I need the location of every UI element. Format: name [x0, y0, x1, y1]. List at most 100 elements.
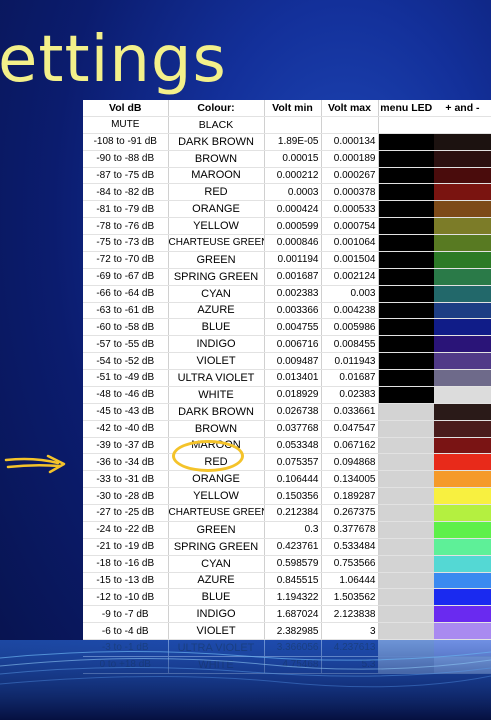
colour-cell: CHARTEUSE GREEN	[168, 234, 265, 252]
menu-led-swatch	[378, 622, 434, 640]
plus-minus-swatch	[434, 217, 491, 235]
menu-led-swatch	[378, 521, 434, 539]
header-vol: Vol dB	[83, 100, 169, 117]
plus-minus-swatch	[434, 504, 491, 522]
plus-minus-swatch	[434, 572, 491, 590]
plus-minus-swatch	[434, 167, 491, 185]
volt-max-cell: 0.001064	[321, 234, 379, 252]
spreadsheet: Vol dB Colour: Volt min Volt max menu LE…	[83, 100, 491, 674]
vol-cell: -57 to -55 dB	[83, 335, 169, 354]
table-body: MUTE BLACK -108 to -91 dB DARK BROWN 1.89E-0…	[83, 116, 491, 674]
volt-max-cell: 0.533484	[321, 538, 379, 556]
table-row: -33 to -31 dB ORANGE 0.106444 0.134005	[83, 470, 491, 489]
volt-max-cell: 0.377678	[321, 521, 379, 539]
volt-min-cell: 0.845515	[264, 572, 322, 590]
volt-min-cell: 0.000212	[264, 167, 322, 185]
volt-min-cell: 0.075357	[264, 453, 322, 472]
plus-minus-swatch	[434, 605, 491, 624]
volt-min-cell: 0.004755	[264, 318, 322, 337]
volt-max-cell: 0.01687	[321, 369, 379, 387]
menu-led-swatch	[378, 605, 434, 624]
menu-led-swatch	[378, 167, 434, 185]
volt-max-cell: 0.000267	[321, 167, 379, 185]
menu-led-swatch	[378, 588, 434, 607]
vol-cell: -30 to -28 dB	[83, 487, 169, 505]
table-row: -45 to -43 dB DARK BROWN 0.026738 0.033661	[83, 403, 491, 421]
plus-minus-swatch	[434, 200, 491, 219]
volt-max-cell: 0.02383	[321, 386, 379, 404]
colour-cell: VIOLET	[168, 352, 265, 370]
colour-cell: CHARTEUSE GREEN	[168, 504, 265, 522]
menu-led-swatch	[378, 133, 434, 151]
table-row: -27 to -25 dB CHARTEUSE GREEN 0.212384 0.26…	[83, 504, 491, 522]
table-row: -60 to -58 dB BLUE 0.004755 0.005986	[83, 318, 491, 337]
vol-cell: -24 to -22 dB	[83, 521, 169, 539]
colour-cell: BLACK	[168, 116, 265, 134]
colour-cell: WHITE	[168, 386, 265, 404]
colour-cell: SPRING GREEN	[168, 538, 265, 556]
table-row: -36 to -34 dB RED 0.075357 0.094868	[83, 453, 491, 472]
vol-cell: -90 to -88 dB	[83, 150, 169, 168]
table-row: MUTE BLACK	[83, 116, 491, 134]
volt-min-cell: 2.382985	[264, 622, 322, 640]
table-row: -90 to -88 dB BROWN 0.00015 0.000189	[83, 150, 491, 168]
menu-led-swatch	[378, 453, 434, 472]
colour-cell: BLUE	[168, 588, 265, 607]
table-row: -42 to -40 dB BROWN 0.037768 0.047547	[83, 420, 491, 438]
menu-led-swatch	[378, 183, 434, 202]
plus-minus-swatch	[434, 285, 491, 303]
vol-cell: -84 to -82 dB	[83, 183, 169, 202]
volt-max-cell: 0.267375	[321, 504, 379, 522]
colour-cell: RED	[168, 183, 265, 202]
volt-min-cell: 0.000846	[264, 234, 322, 252]
colour-cell: BROWN	[168, 150, 265, 168]
plus-minus-swatch	[434, 116, 491, 134]
plus-minus-swatch	[434, 386, 491, 404]
vol-cell: -9 to -7 dB	[83, 605, 169, 624]
volt-max-cell: 0.094868	[321, 453, 379, 472]
volt-max-cell: 0.005986	[321, 318, 379, 337]
plus-minus-swatch	[434, 335, 491, 354]
volt-min-cell: 0.002383	[264, 285, 322, 303]
volt-min-cell: 0.423761	[264, 538, 322, 556]
colour-cell: INDIGO	[168, 605, 265, 624]
plus-minus-swatch	[434, 268, 491, 286]
table-row: -75 to -73 dB CHARTEUSE GREEN 0.000846 0.00…	[83, 234, 491, 252]
menu-led-swatch	[378, 403, 434, 421]
menu-led-swatch	[378, 470, 434, 489]
menu-led-swatch	[378, 234, 434, 252]
menu-led-swatch	[378, 572, 434, 590]
table-row: -66 to -64 dB CYAN 0.002383 0.003	[83, 285, 491, 303]
colour-cell: YELLOW	[168, 487, 265, 505]
menu-led-swatch	[378, 217, 434, 235]
table-row: -72 to -70 dB GREEN 0.001194 0.001504	[83, 251, 491, 269]
table-row: -15 to -13 dB AZURE 0.845515 1.06444	[83, 572, 491, 590]
colour-cell: DARK BROWN	[168, 133, 265, 151]
volt-max-cell: 0.004238	[321, 302, 379, 320]
header-volt-min: Volt min	[264, 100, 322, 117]
vol-cell: -21 to -19 dB	[83, 538, 169, 556]
menu-led-swatch	[378, 302, 434, 320]
vol-cell: -42 to -40 dB	[83, 420, 169, 438]
plus-minus-swatch	[434, 487, 491, 505]
header-colour: Colour:	[168, 100, 265, 117]
vol-cell: -54 to -52 dB	[83, 352, 169, 370]
menu-led-swatch	[378, 335, 434, 354]
vol-cell: -6 to -4 dB	[83, 622, 169, 640]
vol-cell: -12 to -10 dB	[83, 588, 169, 607]
volt-max-cell: 0.001504	[321, 251, 379, 269]
menu-led-swatch	[378, 420, 434, 438]
menu-led-swatch	[378, 437, 434, 455]
table-row: -69 to -67 dB SPRING GREEN 0.001687 0.00212…	[83, 268, 491, 286]
volt-max-cell: 0.067162	[321, 437, 379, 455]
colour-cell: INDIGO	[168, 335, 265, 354]
colour-cell: ORANGE	[168, 470, 265, 489]
volume-colour-table: Vol dB Colour: Volt min Volt max menu LE…	[83, 100, 491, 674]
menu-led-swatch	[378, 116, 434, 134]
table-row: -81 to -79 dB ORANGE 0.000424 0.000533	[83, 200, 491, 219]
volt-min-cell: 0.018929	[264, 386, 322, 404]
volt-min-cell: 0.150356	[264, 487, 322, 505]
colour-cell: GREEN	[168, 251, 265, 269]
menu-led-swatch	[378, 285, 434, 303]
orange-highlight-circle	[172, 440, 244, 472]
